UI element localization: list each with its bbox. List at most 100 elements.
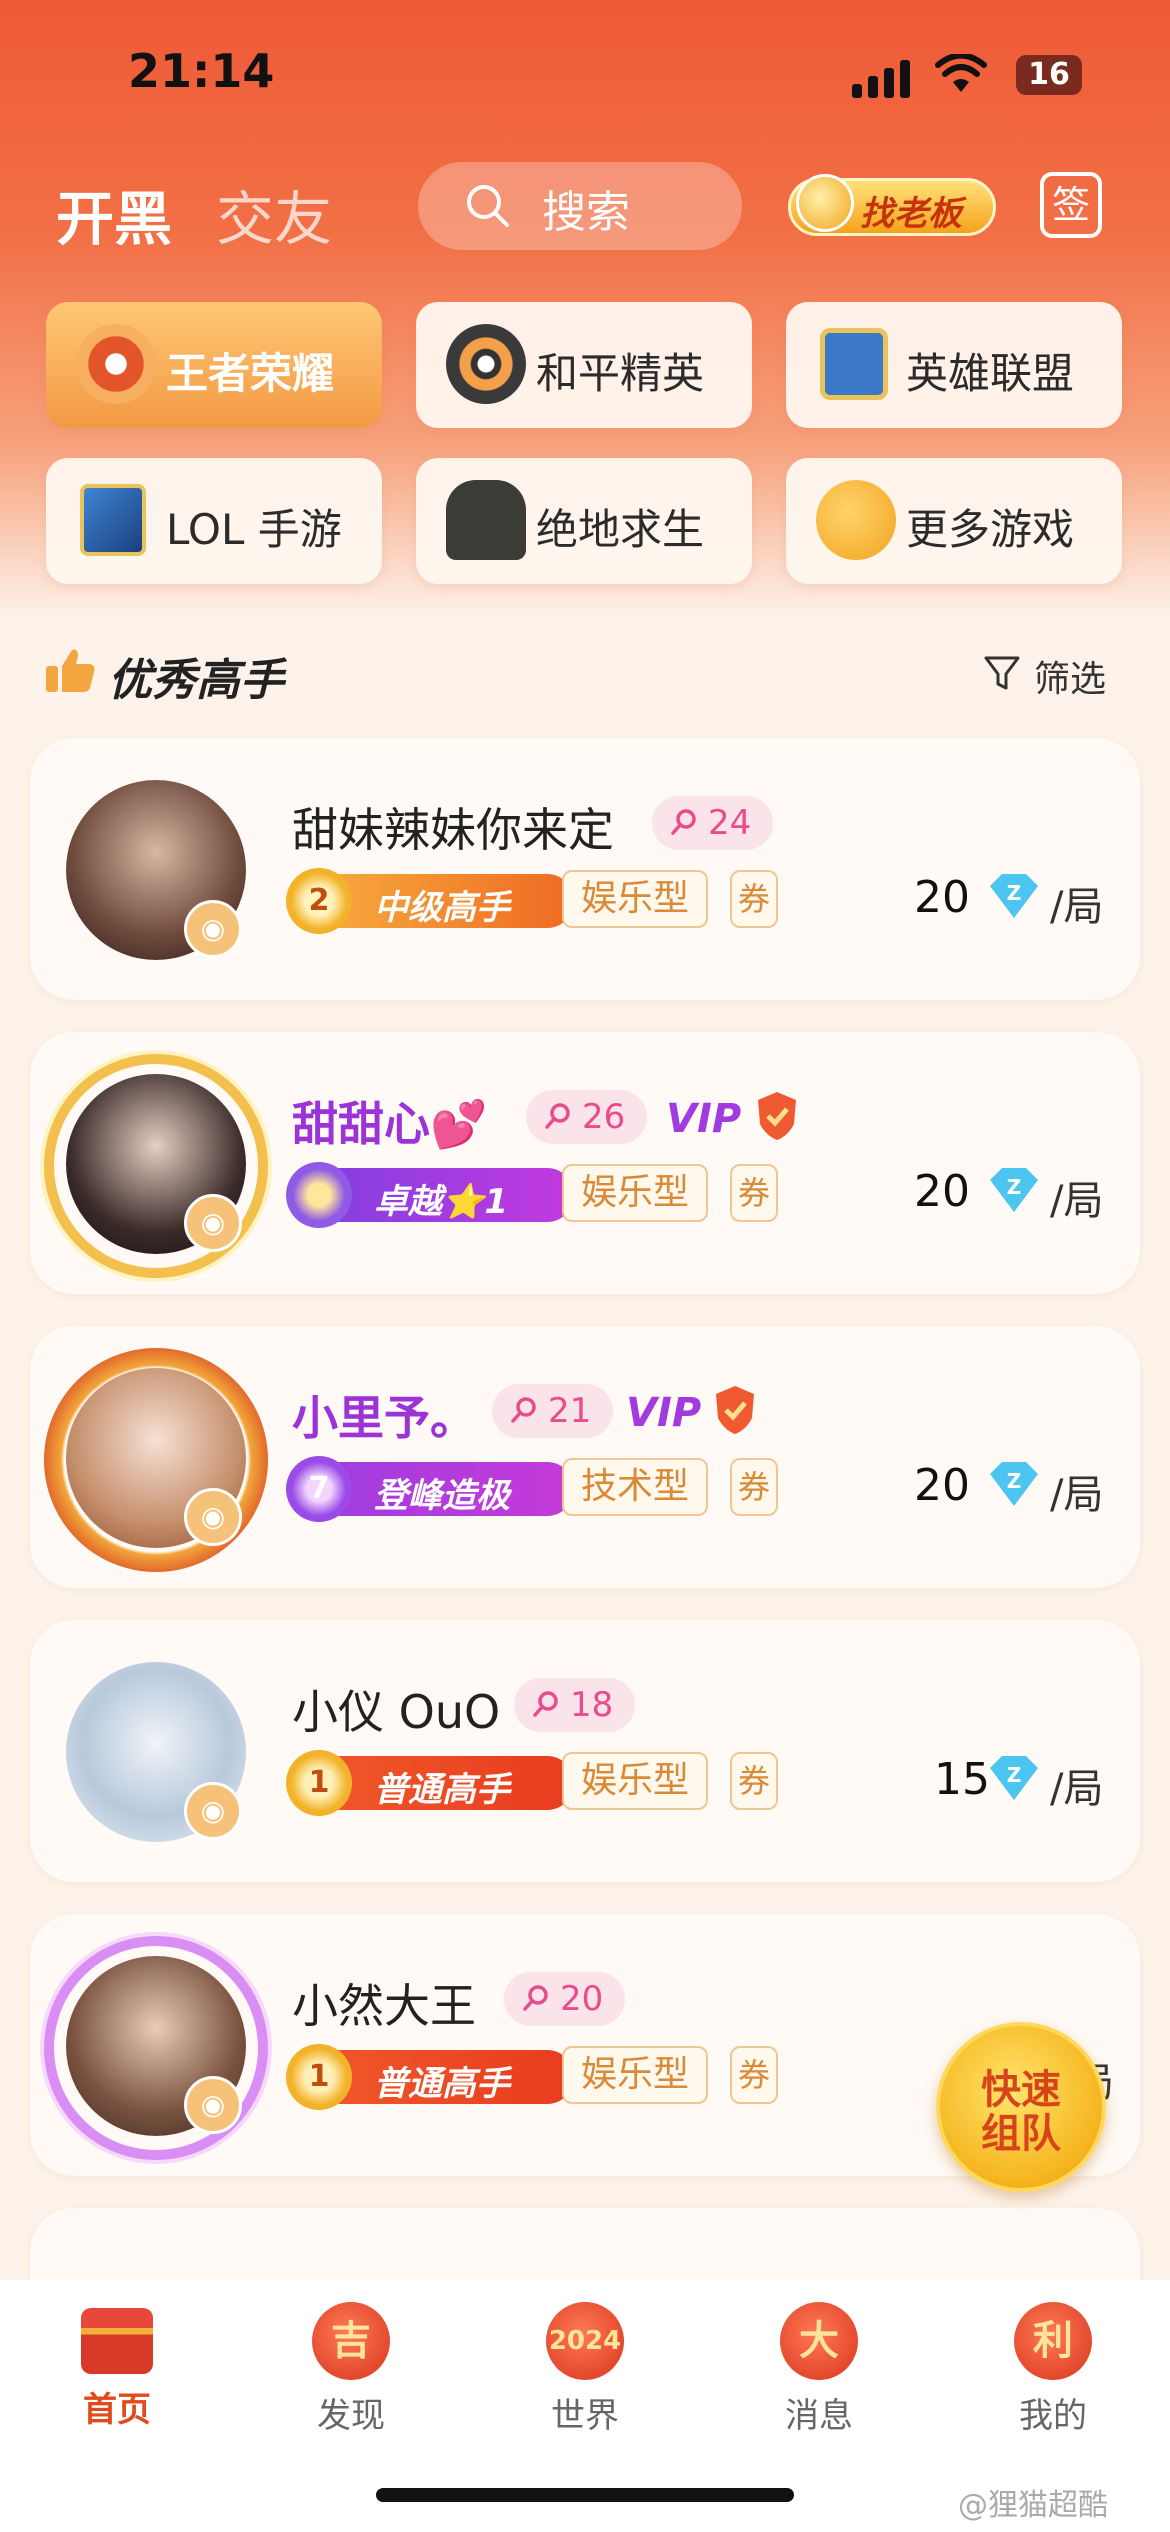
age-value: 21	[548, 1391, 592, 1431]
voice-icon[interactable]: ◉	[184, 1782, 242, 1840]
verified-shield-icon	[716, 1386, 754, 1434]
type-tag: 娱乐型	[562, 870, 708, 928]
game-label: 更多游戏	[906, 505, 1075, 554]
section-title: 优秀高手	[108, 655, 284, 706]
game-label: 王者荣耀	[166, 349, 335, 398]
game-label: 英雄联盟	[906, 349, 1075, 398]
player-card[interactable]: ◉ 小仪 OuO 18 1 普通高手 娱乐型 券 15 Z /局	[30, 1620, 1140, 1882]
watermark: @狸猫超酷	[958, 2488, 1108, 2523]
game-pubg[interactable]: 绝地求生	[416, 458, 752, 584]
age-tag: 21	[492, 1384, 614, 1438]
filter-button[interactable]: 筛选	[1034, 650, 1106, 702]
player-name: 甜甜心💕	[292, 1097, 488, 1151]
level-label: 普通高手	[374, 1770, 510, 1810]
level-badge: 1 普通高手	[286, 1750, 574, 1816]
more-games-icon	[816, 480, 896, 560]
diamond-icon: Z	[990, 1168, 1038, 1212]
pubg-icon	[446, 480, 526, 560]
svg-text:Z: Z	[1007, 1469, 1022, 1493]
age-value: 24	[708, 803, 752, 843]
price-value: 20	[914, 1460, 970, 1511]
player-name: 小仪 OuO	[292, 1685, 501, 1739]
coin-icon	[796, 174, 854, 232]
svg-text:Z: Z	[1007, 881, 1022, 905]
level-emblem-icon: 1	[286, 1750, 352, 1816]
coupon-tag: 券	[730, 1164, 778, 1222]
type-tag: 技术型	[562, 1458, 708, 1516]
tab-label: 世界	[551, 2396, 619, 2436]
svg-text:Z: Z	[1007, 1175, 1022, 1199]
player-card[interactable]: ◉ 甜妹辣妹你来定 24 2 中级高手 娱乐型 券 20 Z /局	[30, 738, 1140, 1000]
voice-icon[interactable]: ◉	[184, 1488, 242, 1546]
quick-team-button[interactable]: 快速 组队	[936, 2022, 1106, 2192]
price-value: 15	[934, 1754, 990, 1805]
diamond-icon: Z	[990, 1756, 1038, 1800]
price-value: 20	[914, 1166, 970, 1217]
game-label: 和平精英	[536, 349, 705, 398]
game-peacekeeper-elite[interactable]: 和平精英	[416, 302, 752, 428]
voice-icon[interactable]: ◉	[184, 900, 242, 958]
game-more[interactable]: 更多游戏	[786, 458, 1122, 584]
type-tag: 娱乐型	[562, 1164, 708, 1222]
diamond-icon: Z	[990, 1462, 1038, 1506]
wifi-icon	[935, 54, 987, 92]
coupon-tag: 券	[730, 1752, 778, 1810]
tab-profile[interactable]: 利 我的	[936, 2302, 1170, 2437]
honor-of-kings-icon	[76, 324, 156, 404]
level-number: 1	[308, 2059, 330, 2094]
price-unit: /局	[1050, 1472, 1104, 1518]
sign-in-button[interactable]: 签	[1040, 172, 1102, 238]
tab-label: 首页	[83, 2390, 151, 2430]
age-tag: 24	[652, 796, 774, 850]
level-label: 卓越⭐1	[374, 1182, 508, 1222]
age-tag: 20	[504, 1972, 626, 2026]
game-label: LOL 手游	[166, 505, 342, 554]
vip-badge: VIP	[626, 1390, 702, 1436]
league-of-legends-icon	[820, 328, 888, 400]
search-icon	[467, 185, 509, 227]
peacekeeper-elite-icon	[446, 324, 526, 404]
coupon-tag: 券	[730, 2046, 778, 2104]
tab-label: 消息	[785, 2396, 853, 2436]
female-icon	[545, 1103, 570, 1129]
voice-icon[interactable]: ◉	[184, 1194, 242, 1252]
level-number: 2	[308, 883, 330, 918]
lantern-ji-icon: 吉	[312, 2302, 390, 2380]
voice-icon[interactable]: ◉	[184, 2076, 242, 2134]
female-icon	[671, 809, 696, 835]
tab-label: 发现	[317, 2396, 385, 2436]
age-value: 26	[582, 1097, 626, 1137]
tab-world[interactable]: 2024 世界	[468, 2302, 702, 2437]
player-card[interactable]: ◉ 小里予。 21 VIP 7 登峰造极 技术型 券 20 Z /局	[30, 1326, 1140, 1588]
level-number: 7	[308, 1471, 330, 1506]
price-value: 20	[914, 872, 970, 923]
tab-messages[interactable]: 大 消息	[702, 2302, 936, 2437]
game-honor-of-kings[interactable]: 王者荣耀	[46, 302, 382, 428]
tab-kaihei[interactable]: 开黑	[56, 172, 172, 262]
tab-friends[interactable]: 交友	[216, 172, 332, 256]
age-tag: 18	[514, 1678, 636, 1732]
female-icon	[523, 1985, 548, 2011]
verified-shield-icon	[758, 1092, 796, 1140]
player-card[interactable]: ◉ 甜甜心💕 26 VIP 卓越⭐1 娱乐型 券 20 Z /局	[30, 1032, 1140, 1294]
level-number: 1	[308, 1765, 330, 1800]
svg-text:Z: Z	[1007, 1763, 1022, 1787]
filter-icon[interactable]	[984, 654, 1020, 692]
home-temple-icon	[81, 2308, 153, 2374]
tab-home[interactable]: 首页	[0, 2302, 234, 2431]
game-league-of-legends[interactable]: 英雄联盟	[786, 302, 1122, 428]
lol-mobile-icon	[80, 484, 146, 556]
status-time: 21:14	[128, 44, 275, 98]
battery-indicator: 16	[1016, 55, 1082, 95]
home-indicator	[376, 2488, 794, 2502]
diamond-icon: Z	[990, 874, 1038, 918]
tab-discover[interactable]: 吉 发现	[234, 2302, 468, 2437]
level-badge: 7 登峰造极	[286, 1456, 574, 1522]
game-lol-mobile[interactable]: LOL 手游	[46, 458, 382, 584]
vip-badge: VIP	[666, 1096, 742, 1142]
search-placeholder: 搜索	[542, 187, 630, 238]
level-badge: 1 普通高手	[286, 2044, 574, 2110]
thumbs-up-icon	[46, 649, 95, 692]
coupon-tag: 券	[730, 1458, 778, 1516]
price-unit: /局	[1050, 1178, 1104, 1224]
